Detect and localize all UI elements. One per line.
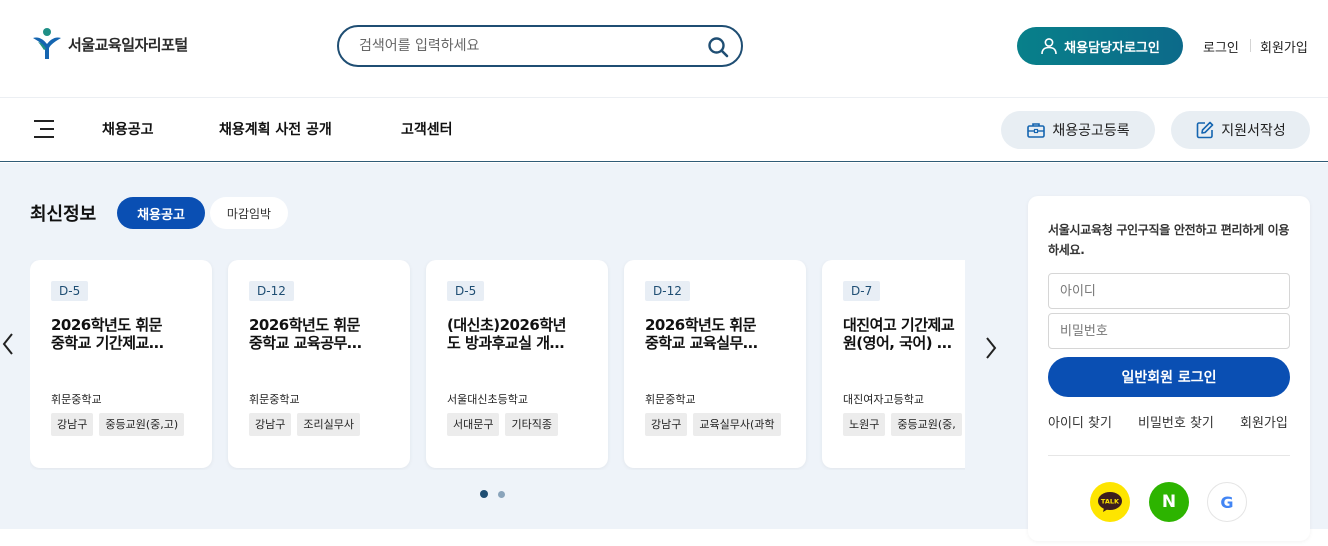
job-type-tag: 중등교원(중,: [891, 413, 962, 436]
job-card[interactable]: D-7 대진여고 기간제교 원(영어, 국어) … 대진여자고등학교 노원구 중…: [822, 260, 965, 468]
job-title: 2026학년도 휘문 중학교 기간제교…: [51, 316, 164, 352]
login-message: 서울시교육청 구인구직을 안전하고 편리하게 이용하세요.: [1048, 223, 1290, 257]
job-type-tag: 중등교원(중,고): [99, 413, 185, 436]
naver-login-button[interactable]: N: [1149, 482, 1189, 522]
find-password-link[interactable]: 비밀번호 찾기: [1138, 412, 1214, 431]
section-title: 최신정보: [30, 204, 97, 225]
site-name: 서울교육일자리포털: [68, 35, 188, 54]
recruiter-login-label: 채용담당자로그인: [1064, 40, 1160, 56]
nav-customer-center[interactable]: 고객센터: [401, 119, 453, 139]
id-input[interactable]: [1048, 273, 1290, 309]
signup-link[interactable]: 회원가입: [1260, 37, 1308, 56]
region-tag: 노원구: [843, 413, 886, 436]
search-input[interactable]: [359, 35, 699, 57]
tag-list: 노원구 중등교원(중,: [843, 413, 965, 436]
job-title: 대진여고 기간제교 원(영어, 국어) …: [843, 316, 955, 352]
login-panel: 서울시교육청 구인구직을 안전하고 편리하게 이용하세요. 일반회원 로그인 아…: [1028, 196, 1310, 541]
region-tag: 강남구: [51, 413, 94, 436]
school-name: 대진여자고등학교: [843, 393, 924, 406]
tab-job-postings[interactable]: 채용공고: [117, 197, 205, 229]
region-tag: 강남구: [249, 413, 292, 436]
svg-text:TALK: TALK: [1101, 498, 1120, 506]
dday-badge: D-7: [843, 281, 881, 301]
nav-job-postings[interactable]: 채용공고: [102, 119, 154, 139]
write-application-button[interactable]: 지원서작성: [1171, 111, 1310, 149]
job-title: (대신초)2026학년 도 방과후교실 개…: [447, 316, 566, 352]
carousel-dot-active[interactable]: [480, 490, 488, 498]
tab-closing-soon[interactable]: 마감임박: [210, 197, 288, 229]
dday-badge: D-12: [645, 281, 690, 301]
job-title: 2026학년도 휘문 중학교 교육실무…: [645, 316, 758, 352]
google-icon: G: [1220, 492, 1234, 512]
kakao-login-button[interactable]: TALK: [1090, 482, 1130, 522]
edit-icon: [1196, 121, 1214, 139]
school-name: 서울대신초등학교: [447, 393, 528, 406]
briefcase-icon: [1027, 123, 1046, 138]
job-card[interactable]: D-5 (대신초)2026학년 도 방과후교실 개… 서울대신초등학교 서대문구…: [426, 260, 608, 468]
user-icon: [1041, 38, 1057, 55]
region-tag: 강남구: [645, 413, 688, 436]
tag-list: 강남구 조리실무사: [249, 413, 366, 436]
job-type-tag: 교육실무사(과학: [693, 413, 781, 436]
password-input[interactable]: [1048, 313, 1290, 349]
dday-badge: D-5: [447, 281, 485, 301]
search-icon[interactable]: [707, 36, 729, 58]
main-nav: 채용공고 채용계획 사전 공개 고객센터 채용공고등록 지원서작성: [0, 98, 1328, 162]
next-arrow-icon[interactable]: [981, 335, 999, 361]
job-card[interactable]: D-12 2026학년도 휘문 중학교 교육실무… 휘문중학교 강남구 교육실무…: [624, 260, 806, 468]
job-card[interactable]: D-5 2026학년도 휘문 중학교 기간제교… 휘문중학교 강남구 중등교원(…: [30, 260, 212, 468]
site-logo[interactable]: 서울교육일자리포털: [30, 26, 188, 62]
write-application-label: 지원서작성: [1221, 123, 1286, 139]
school-name: 휘문중학교: [645, 393, 696, 406]
logo-icon: [33, 28, 61, 59]
job-type-tag: 기타직종: [505, 413, 558, 436]
menu-icon[interactable]: [32, 119, 54, 139]
header-divider: [1250, 39, 1251, 52]
school-name: 휘문중학교: [249, 393, 300, 406]
kakao-talk-icon: TALK: [1098, 492, 1122, 512]
dday-badge: D-5: [51, 281, 89, 301]
job-title: 2026학년도 휘문 중학교 교육공무…: [249, 316, 362, 352]
tag-list: 강남구 교육실무사(과학: [645, 413, 787, 436]
google-login-button[interactable]: G: [1207, 482, 1247, 522]
login-signup-link[interactable]: 회원가입: [1240, 412, 1288, 431]
dday-badge: D-12: [249, 281, 294, 301]
prev-arrow-icon[interactable]: [0, 331, 18, 357]
recruiter-login-button[interactable]: 채용담당자로그인: [1017, 27, 1183, 65]
naver-icon: N: [1161, 492, 1177, 512]
find-id-link[interactable]: 아이디 찾기: [1048, 412, 1112, 431]
login-link[interactable]: 로그인: [1203, 37, 1239, 56]
tag-list: 서대문구 기타직종: [447, 413, 564, 436]
member-login-button[interactable]: 일반회원 로그인: [1048, 357, 1290, 397]
post-job-label: 채용공고등록: [1052, 123, 1130, 139]
carousel-dot[interactable]: [498, 491, 505, 498]
job-carousel: D-5 2026학년도 휘문 중학교 기간제교… 휘문중학교 강남구 중등교원(…: [30, 260, 965, 470]
region-tag: 서대문구: [447, 413, 500, 436]
job-type-tag: 조리실무사: [297, 413, 360, 436]
school-name: 휘문중학교: [51, 393, 102, 406]
tag-list: 강남구 중등교원(중,고): [51, 413, 190, 436]
login-divider: [1048, 455, 1290, 456]
nav-hiring-plan[interactable]: 채용계획 사전 공개: [219, 119, 332, 139]
site-header: 서울교육일자리포털 채용담당자로그인 로그인 회원가입: [0, 0, 1328, 98]
job-card[interactable]: D-12 2026학년도 휘문 중학교 교육공무… 휘문중학교 강남구 조리실무…: [228, 260, 410, 468]
search-bar: [337, 25, 743, 67]
post-job-button[interactable]: 채용공고등록: [1001, 111, 1155, 149]
